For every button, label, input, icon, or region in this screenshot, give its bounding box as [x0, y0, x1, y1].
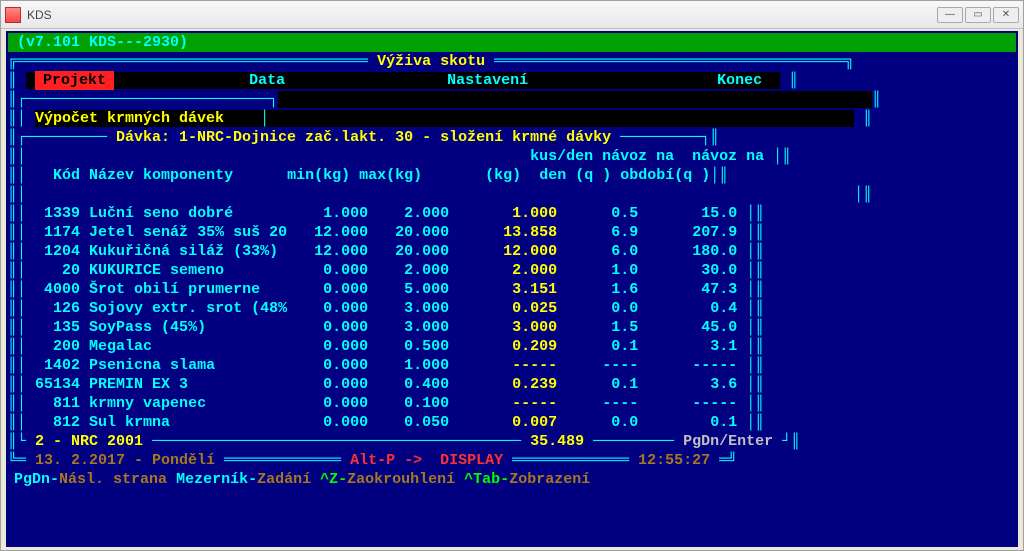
- app-icon: [5, 7, 21, 23]
- version-bar: (v7.101 KDS---2930): [8, 33, 1016, 52]
- menu-projekt[interactable]: Projekt: [35, 71, 114, 90]
- header-gap: ║│ │║: [8, 185, 1016, 204]
- section-title: Výživa skotu: [377, 53, 485, 70]
- minimize-button[interactable]: —: [937, 7, 963, 23]
- table-row[interactable]: ║│ 20 KUKURICE semeno 0.000 2.000 2.000 …: [8, 261, 1016, 280]
- terminal-screen: (v7.101 KDS---2930) ╔═══════════════════…: [6, 31, 1018, 547]
- table-row[interactable]: ║│ 811 krmny vapenec 0.000 0.100 ----- -…: [8, 394, 1016, 413]
- table-row[interactable]: ║│ 812 Sul krmna 0.000 0.050 0.007 0.0 0…: [8, 413, 1016, 432]
- close-button[interactable]: ✕: [993, 7, 1019, 23]
- summary-row: ║└ 2 - NRC 2001 ────────────────────────…: [8, 432, 1016, 451]
- table-row[interactable]: ║│ 200 Megalac 0.000 0.500 0.209 0.1 3.1…: [8, 337, 1016, 356]
- menu-konec[interactable]: Konec: [717, 72, 762, 89]
- davka-title: Dávka: 1-NRC-Dojnice zač.lakt. 30 - slož…: [116, 129, 611, 146]
- data-box-top: ║┌───────── Dávka: 1-NRC-Dojnice zač.lak…: [8, 128, 1016, 147]
- menu-data[interactable]: Data: [249, 72, 285, 89]
- table-row[interactable]: ║│ 135 SoyPass (45%) 0.000 3.000 3.000 1…: [8, 318, 1016, 337]
- window-title: KDS: [27, 8, 52, 22]
- app-window: KDS — ▭ ✕ (v7.101 KDS---2930) ╔═════════…: [0, 0, 1024, 551]
- table-row[interactable]: ║│ 65134 PREMIN EX 3 0.000 0.400 0.239 0…: [8, 375, 1016, 394]
- table-row[interactable]: ║│ 1174 Jetel senáž 35% suš 20 12.000 20…: [8, 223, 1016, 242]
- help-line: PgDn-Násl. strana Mezerník-Zadání ^Z-Zao…: [8, 470, 1016, 489]
- help-key-ctrlz[interactable]: ^Z-: [320, 471, 347, 488]
- header-row-1: ║│ kus/den návoz na návoz na │║: [8, 147, 1016, 166]
- time-text: 12:55:27: [638, 452, 710, 469]
- sum-mid: 35.489: [530, 433, 584, 450]
- menu-row: ║ Projekt Data Nastavení Konec ║: [8, 71, 1016, 90]
- help-key-pgdn[interactable]: PgDn-: [14, 471, 59, 488]
- data-rows: ║│ 1339 Luční seno dobré 1.000 2.000 1.0…: [8, 204, 1016, 432]
- table-row[interactable]: ║│ 1402 Psenicna slama 0.000 1.000 -----…: [8, 356, 1016, 375]
- altp-text: Alt-P -> DISPLAY: [350, 452, 503, 469]
- date-line: ╚═ 13. 2.2017 - Pondělí ═════════════ Al…: [8, 451, 1016, 470]
- table-row[interactable]: ║│ 1339 Luční seno dobré 1.000 2.000 1.0…: [8, 204, 1016, 223]
- menu-nastaveni[interactable]: Nastavení: [447, 72, 528, 89]
- sum-right[interactable]: PgDn/Enter: [683, 433, 773, 450]
- maximize-button[interactable]: ▭: [965, 7, 991, 23]
- subtitle: Výpočet krmných dávek: [35, 110, 224, 127]
- sum-left: 2 - NRC 2001: [35, 433, 143, 450]
- header-row-2: ║│ Kód Název komponenty min(kg) max(kg) …: [8, 166, 1016, 185]
- help-key-ctrltab[interactable]: ^Tab-: [464, 471, 509, 488]
- window-titlebar[interactable]: KDS — ▭ ✕: [1, 1, 1023, 29]
- subtitle-row: ║│ Výpočet krmných dávek │ ║: [8, 109, 1016, 128]
- table-row[interactable]: ║│ 126 Sojovy extr. srot (48% 0.000 3.00…: [8, 299, 1016, 318]
- section-border-top: ╔═══════════════════════════════════════…: [8, 52, 1016, 71]
- menu-divider: ║┌───────────────────────────┐ ║: [8, 90, 1016, 109]
- help-key-space[interactable]: Mezerník-: [176, 471, 257, 488]
- date-text: 13. 2.2017 - Pondělí: [35, 452, 215, 469]
- table-row[interactable]: ║│ 4000 Šrot obilí prumerne 0.000 5.000 …: [8, 280, 1016, 299]
- table-row[interactable]: ║│ 1204 Kukuřičná siláž (33%) 12.000 20.…: [8, 242, 1016, 261]
- window-controls: — ▭ ✕: [937, 7, 1019, 23]
